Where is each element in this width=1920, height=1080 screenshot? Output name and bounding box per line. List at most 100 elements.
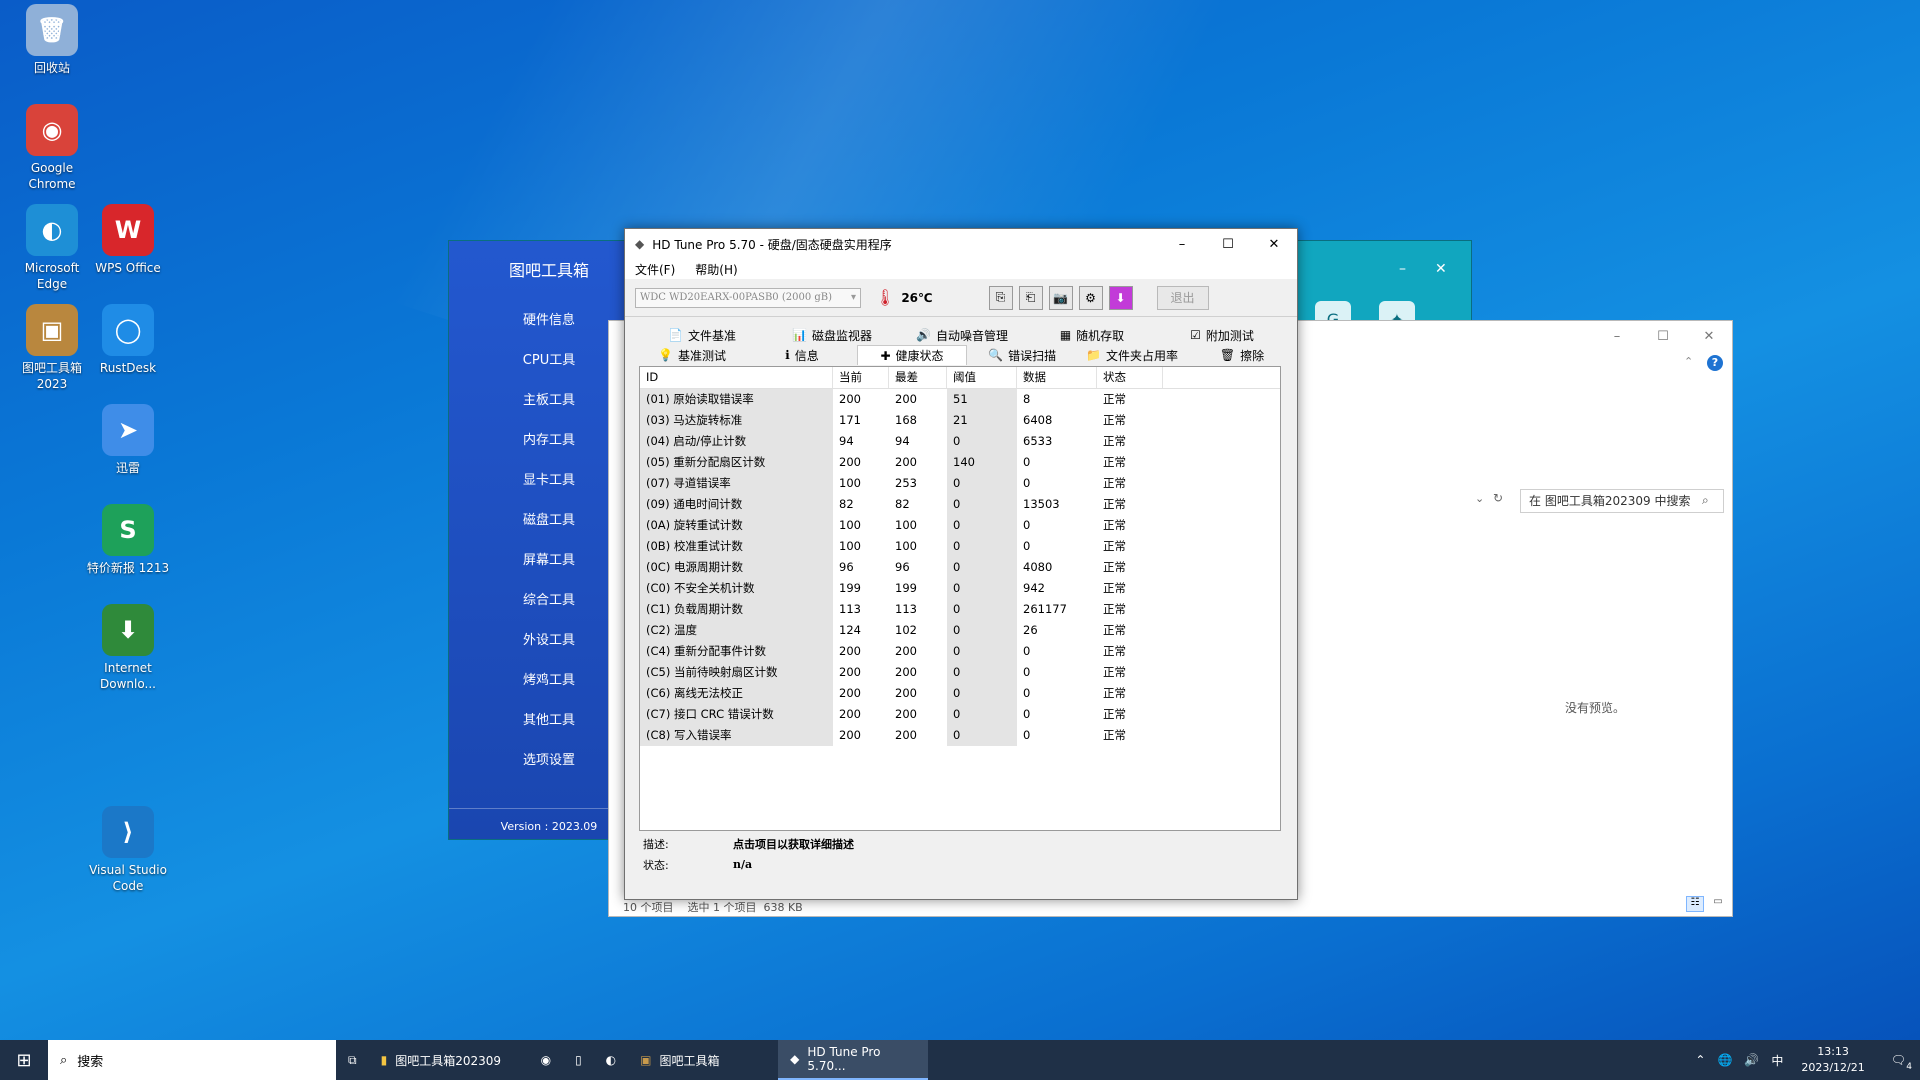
table-cell: 正常	[1103, 476, 1126, 490]
table-row[interactable]: (C2) 温度 124 102 0 26 正常	[640, 620, 1280, 641]
table-row[interactable]: (C7) 接口 CRC 错误计数 200 200 0 0 正常	[640, 704, 1280, 725]
table-row[interactable]: (04) 启动/停止计数 94 94 0 6533 正常	[640, 431, 1280, 452]
volume-icon[interactable]: 🔊	[1738, 1040, 1765, 1080]
table-cell: 94	[839, 434, 854, 448]
table-row[interactable]: (01) 原始读取错误率 200 200 51 8 正常	[640, 389, 1280, 410]
copy-info-icon[interactable]: ⎘	[988, 285, 1013, 310]
show-hidden-icons-icon[interactable]: ⌃	[1689, 1040, 1711, 1080]
col-worst[interactable]: 最差	[889, 367, 947, 388]
desktop-icon[interactable]: ◐ Microsoft Edge	[10, 204, 94, 292]
table-row[interactable]: (0A) 旋转重试计数 100 100 0 0 正常	[640, 515, 1280, 536]
taskbar-notepad-icon[interactable]: ▯	[563, 1040, 594, 1080]
tab-row-2: 💡 基准测试 ℹ 信息 ✚ 健康状态 🔍 错误扫描 📁 文件夹占用率 🗑 擦除	[625, 345, 1297, 365]
table-cell: 102	[895, 623, 917, 637]
hdtune-minimize-button[interactable]: –	[1159, 229, 1205, 259]
table-cell: 正常	[1103, 392, 1126, 406]
explorer-minimize-button[interactable]: –	[1594, 321, 1640, 351]
desktop-app-icon: S	[102, 504, 154, 556]
menu-file[interactable]: 文件(F)	[625, 261, 685, 278]
tab[interactable]: 📄 文件基准	[637, 325, 767, 345]
toolbox-minimize-button[interactable]: –	[1399, 261, 1406, 277]
desktop-icon[interactable]: ◉ Google Chrome	[10, 104, 94, 192]
table-row[interactable]: (0B) 校准重试计数 100 100 0 0 正常	[640, 536, 1280, 557]
table-row[interactable]: (C8) 写入错误率 200 200 0 0 正常	[640, 725, 1280, 746]
explorer-maximize-button[interactable]: ☐	[1640, 321, 1686, 351]
table-row[interactable]: (C4) 重新分配事件计数 200 200 0 0 正常	[640, 641, 1280, 662]
col-data[interactable]: 数据	[1017, 367, 1097, 388]
copy-all-icon[interactable]: ⎗	[1018, 285, 1043, 310]
table-row[interactable]: (C5) 当前待映射扇区计数 200 200 0 0 正常	[640, 662, 1280, 683]
hdtune-title-bar[interactable]: ◆ HD Tune Pro 5.70 - 硬盘/固态硬盘实用程序 – ☐ ✕	[625, 229, 1297, 259]
table-cell: 0	[947, 641, 1017, 662]
table-row[interactable]: (05) 重新分配扇区计数 200 200 140 0 正常	[640, 452, 1280, 473]
desktop-icon[interactable]: ◯ RustDesk	[86, 304, 170, 376]
desktop-app-icon: ➤	[102, 404, 154, 456]
hdtune-window[interactable]: ◆ HD Tune Pro 5.70 - 硬盘/固态硬盘实用程序 – ☐ ✕ 文…	[624, 228, 1298, 900]
table-cell: 0	[1023, 707, 1031, 721]
chevron-up-icon[interactable]: ⌃	[1684, 355, 1693, 368]
screenshot-camera-icon[interactable]: 📷	[1048, 285, 1073, 310]
desktop-icon[interactable]: ➤ 迅雷	[86, 404, 170, 476]
tab[interactable]: 📊 磁盘监视器	[767, 325, 897, 345]
chevron-down-icon[interactable]: ⌄	[1475, 492, 1484, 505]
table-row[interactable]: (0C) 电源周期计数 96 96 0 4080 正常	[640, 557, 1280, 578]
toolbox-close-button[interactable]: ✕	[1435, 261, 1447, 277]
tab[interactable]: 🗑 擦除	[1187, 345, 1297, 365]
details-view-icon[interactable]: ☷	[1686, 896, 1704, 912]
options-gear-icon[interactable]: ⚙	[1078, 285, 1103, 310]
refresh-icon[interactable]: ↻	[1493, 491, 1503, 505]
col-status[interactable]: 状态	[1097, 367, 1163, 388]
table-row[interactable]: (09) 通电时间计数 82 82 0 13503 正常	[640, 494, 1280, 515]
smart-attributes-list[interactable]: ID 当前 最差 阈值 数据 状态 (01) 原始读取错误率 200 200 51 8 正…	[639, 366, 1281, 831]
table-cell: 正常	[1103, 434, 1126, 448]
table-row[interactable]: (C6) 离线无法校正 200 200 0 0 正常	[640, 683, 1280, 704]
tab[interactable]: ☑ 附加测试	[1157, 325, 1287, 345]
desktop-icon[interactable]: ⬇ Internet Downlo...	[86, 604, 170, 692]
desktop-icon[interactable]: S 特价新报 1213	[86, 504, 170, 576]
explorer-search-input[interactable]: 在 图吧工具箱202309 中搜索	[1520, 489, 1724, 513]
table-cell: 0	[947, 662, 1017, 683]
desktop-icon[interactable]: W WPS Office	[86, 204, 170, 276]
notification-center-icon[interactable]: 🗨 4	[1877, 1040, 1920, 1080]
tab[interactable]: 📁 文件夹占用率	[1077, 345, 1187, 365]
col-id[interactable]: ID	[640, 367, 833, 388]
drive-select[interactable]: WDC WD20EARX-00PASB0 (2000 gB)	[635, 287, 861, 308]
windows-start-icon[interactable]: ⊞	[0, 1040, 48, 1080]
col-threshold[interactable]: 阈值	[947, 367, 1017, 388]
taskbar-chrome-icon[interactable]: ◉	[529, 1040, 563, 1080]
taskbar-search-box[interactable]: ⌕ 搜索	[48, 1040, 336, 1080]
tab[interactable]: 🔊 自动噪音管理	[897, 325, 1027, 345]
tab[interactable]: 🔍 错误扫描	[967, 345, 1077, 365]
tab[interactable]: 💡 基准测试	[637, 345, 747, 365]
large-icons-view-icon[interactable]: ▭	[1709, 896, 1727, 912]
taskbar-explorer[interactable]: ▮ 图吧工具箱202309	[369, 1040, 529, 1080]
tab[interactable]: ✚ 健康状态	[856, 345, 968, 365]
network-globe-icon[interactable]: 🌐	[1711, 1040, 1738, 1080]
desktop-icon[interactable]: 🗑 回收站	[10, 4, 94, 76]
exit-button[interactable]: 退出	[1156, 285, 1209, 310]
tab[interactable]: ▦ 随机存取	[1027, 325, 1157, 345]
tab[interactable]: ℹ 信息	[747, 345, 857, 365]
ime-indicator[interactable]: 中	[1765, 1040, 1789, 1080]
taskbar-search-placeholder: 搜索	[77, 1054, 104, 1070]
menu-help[interactable]: 帮助(H)	[685, 261, 747, 278]
desktop-icon[interactable]: ⟩ Visual Studio Code	[86, 806, 170, 894]
table-row[interactable]: (C0) 不安全关机计数 199 199 0 942 正常	[640, 578, 1280, 599]
table-row[interactable]: (03) 马达旋转标准 171 168 21 6408 正常	[640, 410, 1280, 431]
hdtune-close-button[interactable]: ✕	[1251, 229, 1297, 259]
col-current[interactable]: 当前	[833, 367, 889, 388]
table-row[interactable]: (07) 寻道错误率 100 253 0 0 正常	[640, 473, 1280, 494]
desktop-icon[interactable]: ▣ 图吧工具箱 2023	[10, 304, 94, 392]
tab-label: 健康状态	[895, 349, 944, 363]
taskbar-hdtune[interactable]: ◆ HD Tune Pro 5.70...	[778, 1040, 929, 1080]
clock[interactable]: 13:13 2023/12/21	[1789, 1044, 1876, 1076]
help-icon[interactable]: ?	[1707, 355, 1723, 371]
taskbar-toolbox[interactable]: ▣ 图吧工具箱	[628, 1040, 778, 1080]
explorer-close-button[interactable]: ✕	[1686, 321, 1732, 351]
taskbar-app-icon[interactable]: ◐	[594, 1040, 628, 1080]
table-cell: 200	[839, 665, 861, 679]
hdtune-maximize-button[interactable]: ☐	[1205, 229, 1251, 259]
task-view-icon[interactable]: ⧉	[336, 1040, 369, 1080]
table-row[interactable]: (C1) 负载周期计数 113 113 0 261177 正常	[640, 599, 1280, 620]
download-icon[interactable]: ⬇	[1108, 285, 1133, 310]
